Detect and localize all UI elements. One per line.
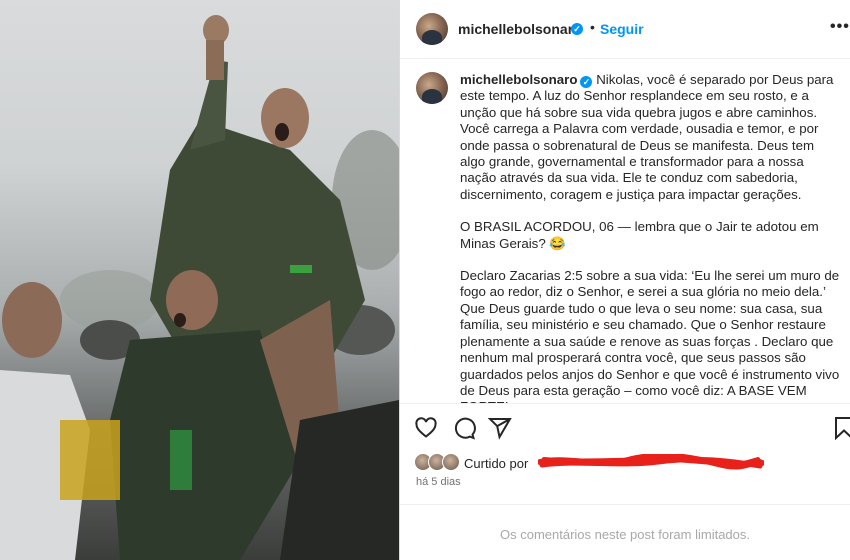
caption-verified-badge-icon: ✓ [580, 76, 593, 88]
caption-text: michellebolsonaro ✓ Nikolas, você é separ… [460, 72, 842, 403]
liked-by-prefix: Curtido por [464, 456, 529, 471]
post-photo[interactable] [0, 0, 399, 560]
author-avatar[interactable] [416, 13, 448, 45]
verified-badge-icon: ✓ [571, 23, 583, 35]
rally-crowd-image [0, 15, 399, 560]
caption-paragraph-2: O BRASIL ACORDOU, 06 — lembra que o Jair… [460, 219, 819, 251]
liked-by-text: Curtido por [464, 456, 528, 471]
author-username[interactable]: michellebolsonaro [458, 21, 582, 37]
post-actions-bar [400, 403, 850, 451]
post-header: michellebolsonaro ✓ • Seguir ••• [400, 0, 850, 59]
caption-paragraph-3: Declaro Zacarias 2:5 sobre a sua vida: ‘… [460, 268, 840, 403]
comment-icon[interactable] [452, 416, 476, 440]
share-icon[interactable] [487, 416, 512, 440]
separator-dot: • [590, 19, 595, 35]
follow-button[interactable]: Seguir [600, 21, 644, 37]
caption-username[interactable]: michellebolsonaro [460, 72, 577, 87]
redaction-scribble [538, 454, 764, 470]
post-timestamp[interactable]: há 5 dias [416, 476, 461, 488]
bookmark-icon[interactable] [832, 416, 850, 441]
caption-author-avatar[interactable] [416, 72, 448, 104]
more-options-icon[interactable]: ••• [830, 18, 850, 36]
caption-scroll-area[interactable]: michellebolsonaro ✓ Nikolas, você é separ… [400, 60, 850, 403]
post-detail-panel: michellebolsonaro ✓ • Seguir ••• michell… [400, 0, 850, 560]
comments-limited-notice: Os comentários neste post foram limitado… [400, 504, 850, 560]
caption-paragraph-1: Nikolas, você é separado por Deus para e… [460, 72, 834, 202]
heart-icon[interactable] [414, 416, 438, 440]
liker-avatar [442, 453, 460, 471]
